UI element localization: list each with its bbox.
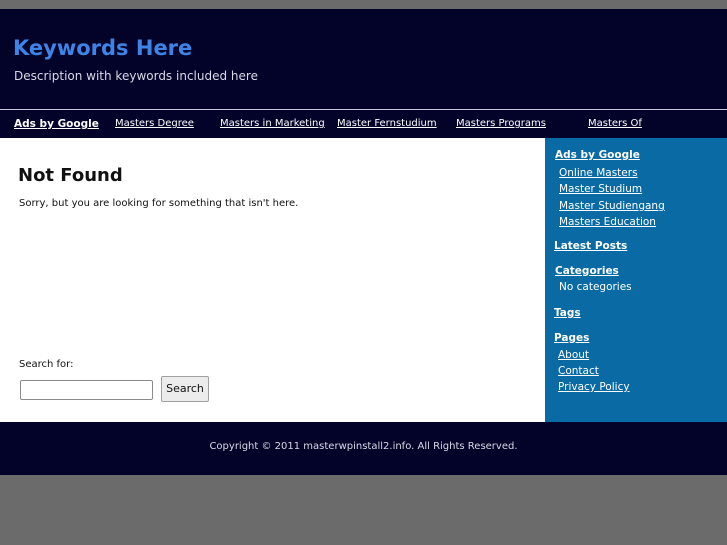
nav-item-masters-of[interactable]: Masters Of (588, 118, 642, 129)
sidebar-ads-heading[interactable]: Ads by Google (555, 149, 640, 161)
top-strip (0, 0, 727, 9)
sidebar-ad-link[interactable]: Online Masters (559, 167, 638, 179)
site-header: Keywords Here Description with keywords … (0, 9, 727, 109)
footer-copyright: Copyright © 2011 masterwpinstall2.info. … (209, 441, 518, 452)
search-input[interactable] (20, 380, 153, 400)
sidebar-tags[interactable]: Tags (554, 307, 581, 319)
search-label: Search for: (19, 359, 74, 370)
main-content: Not Found Sorry, but you are looking for… (0, 138, 545, 422)
sidebar-ad-link[interactable]: Master Studiengang (559, 200, 665, 212)
nav-item-masters-in-marketing[interactable]: Masters in Marketing (220, 118, 325, 129)
site-title[interactable]: Keywords Here (13, 36, 192, 60)
sidebar: Ads by Google Online Masters Master Stud… (545, 138, 727, 422)
nav-item-master-fernstudium[interactable]: Master Fernstudium (337, 118, 437, 129)
nav-bar: Ads by Google Masters Degree Masters in … (0, 109, 727, 138)
sidebar-page-about[interactable]: About (558, 349, 589, 361)
site-footer: Copyright © 2011 masterwpinstall2.info. … (0, 422, 727, 475)
search-button[interactable]: Search (161, 376, 209, 402)
nav-item-ads-by-google[interactable]: Ads by Google (14, 118, 99, 130)
sidebar-latest-posts[interactable]: Latest Posts (554, 240, 627, 252)
sidebar-categories-heading[interactable]: Categories (555, 265, 619, 277)
sidebar-ad-link[interactable]: Master Studium (559, 183, 642, 195)
sidebar-page-privacy-policy[interactable]: Privacy Policy (558, 381, 630, 393)
page-title: Not Found (18, 165, 123, 186)
site-description: Description with keywords included here (14, 69, 258, 83)
not-found-message: Sorry, but you are looking for something… (19, 198, 299, 209)
nav-item-masters-degree[interactable]: Masters Degree (115, 118, 194, 129)
bottom-area (0, 475, 727, 545)
nav-item-masters-programs[interactable]: Masters Programs (456, 118, 546, 129)
sidebar-page-contact[interactable]: Contact (558, 365, 599, 377)
sidebar-ad-link[interactable]: Masters Education (559, 216, 656, 228)
sidebar-pages-heading[interactable]: Pages (554, 332, 589, 344)
sidebar-no-categories: No categories (559, 281, 632, 293)
